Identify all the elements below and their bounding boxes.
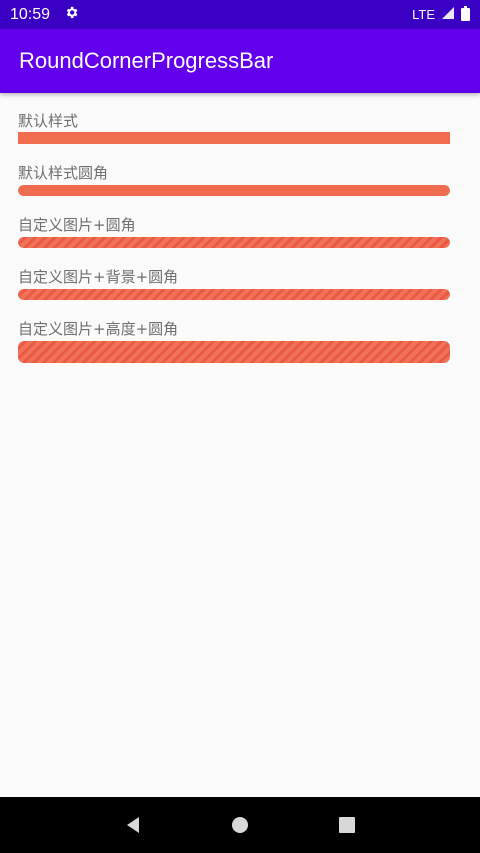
progress-bar-image-height-rounded	[18, 341, 450, 363]
progress-fill	[18, 132, 450, 144]
settings-icon	[64, 5, 79, 25]
progress-label: 默认样式圆角	[18, 164, 109, 182]
progress-item-image-rounded: 自定义图片+圆角	[18, 215, 462, 248]
progress-fill	[18, 341, 450, 363]
progress-fill	[18, 289, 450, 300]
progress-label: 自定义图片+高度+圆角	[18, 320, 179, 338]
progress-list: 默认样式 默认样式圆角 自定义图片+圆角 自定义图片+背景+圆角 自定义图片+高…	[18, 93, 462, 363]
progress-label: 自定义图片+圆角	[18, 216, 136, 234]
progress-fill	[18, 185, 450, 196]
back-icon[interactable]	[121, 813, 145, 837]
network-label: LTE	[412, 7, 435, 22]
progress-item-rounded: 默认样式圆角	[18, 163, 462, 196]
progress-fill	[18, 237, 450, 248]
status-time: 10:59	[10, 5, 51, 23]
progress-item-image-height-rounded: 自定义图片+高度+圆角	[18, 319, 462, 363]
home-icon[interactable]	[228, 813, 252, 837]
status-bar: 10:59 LTE	[0, 0, 480, 29]
progress-label: 自定义图片+背景+圆角	[18, 268, 179, 286]
progress-item-default: 默认样式	[18, 111, 462, 144]
progress-bar-rounded	[18, 185, 450, 196]
recents-icon[interactable]	[335, 813, 359, 837]
progress-item-image-bg-rounded: 自定义图片+背景+圆角	[18, 267, 462, 300]
battery-icon	[461, 5, 470, 24]
app-title: RoundCornerProgressBar	[19, 48, 274, 73]
signal-icon	[441, 6, 455, 23]
progress-bar-default	[18, 132, 450, 144]
navigation-bar	[0, 797, 480, 853]
app-bar: RoundCornerProgressBar	[0, 29, 480, 93]
status-right: LTE	[412, 5, 470, 24]
progress-bar-image-rounded	[18, 237, 450, 248]
progress-label: 默认样式	[18, 112, 79, 130]
progress-bar-image-bg-rounded	[18, 289, 450, 300]
